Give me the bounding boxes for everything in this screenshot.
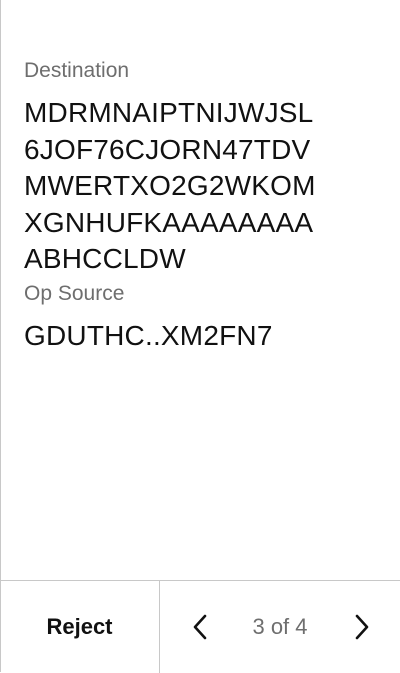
destination-line: 6JOF76CJORN47TDV (24, 133, 311, 165)
chevron-right-icon[interactable] (349, 611, 373, 643)
chevron-left-icon[interactable] (189, 611, 213, 643)
footer-bar: Reject 3 of 4 (0, 580, 400, 673)
frame-divider (0, 0, 1, 672)
destination-line: MWERTXO2G2WKOM (24, 170, 316, 201)
destination-line: MDRMNAIPTNIJWJSL (24, 97, 314, 128)
reject-button[interactable]: Reject (0, 581, 160, 673)
destination-label: Destination (24, 59, 130, 82)
pager: 3 of 4 (161, 581, 400, 673)
destination-value: MDRMNAIPTNIJWJSL 6JOF76CJORN47TDV MWERTX… (24, 95, 384, 278)
pager-position: 3 of 4 (252, 614, 308, 639)
operation-details: Destination MDRMNAIPTNIJWJSL 6JOF76CJORN… (24, 57, 384, 354)
destination-line: ABHCCLDW (24, 243, 186, 274)
destination-line: XGNHUFKAAAAAAAA (24, 206, 314, 238)
op-source-label: Op Source (24, 281, 125, 305)
op-source-value: GDUTHC..XM2FN7 (24, 319, 273, 351)
